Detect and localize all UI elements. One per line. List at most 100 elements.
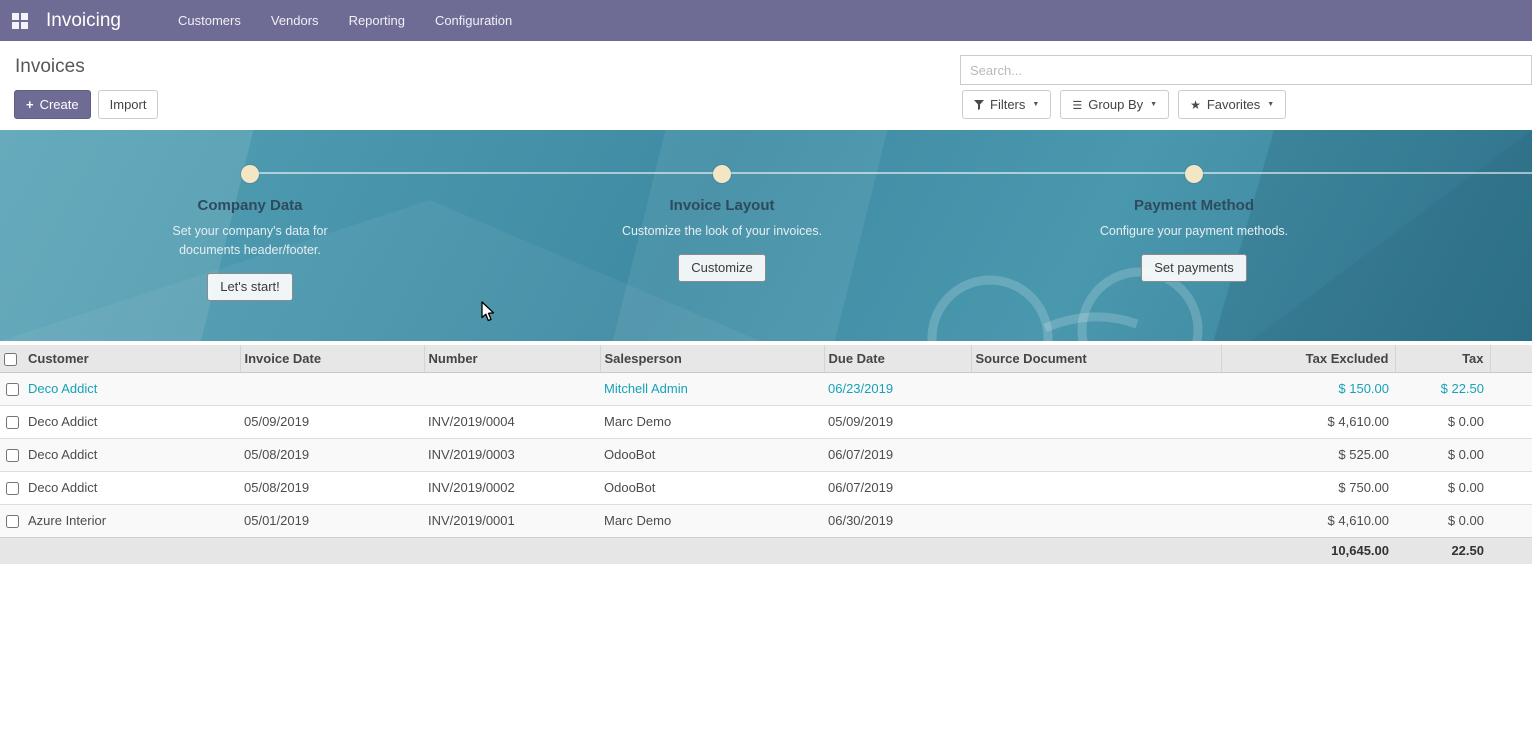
- create-button[interactable]: Create: [14, 90, 91, 119]
- control-panel: Invoices Create Import Filters ▼ Group B…: [0, 41, 1532, 130]
- totals-filler: [1490, 537, 1532, 564]
- group-by-icon: [1072, 97, 1088, 112]
- set-payments-button[interactable]: Set payments: [1141, 254, 1247, 282]
- column-header-filler: [1490, 345, 1532, 372]
- cell-source-document[interactable]: [971, 504, 1221, 537]
- search-options: Filters ▼ Group By ▼ Favorites ▼: [962, 90, 1286, 119]
- cell-due-date[interactable]: 05/09/2019: [824, 405, 971, 438]
- row-checkbox[interactable]: [6, 383, 19, 396]
- cell-tax-excluded[interactable]: $ 150.00: [1221, 372, 1395, 405]
- cell-invoice-date[interactable]: 05/01/2019: [240, 504, 424, 537]
- cell-number[interactable]: INV/2019/0003: [424, 438, 600, 471]
- column-header-salesperson[interactable]: Salesperson: [600, 345, 824, 372]
- cell-due-date[interactable]: 06/07/2019: [824, 471, 971, 504]
- table-row[interactable]: Deco Addict 05/08/2019 INV/2019/0002 Odo…: [0, 471, 1532, 504]
- chevron-down-icon: ▼: [1032, 101, 1039, 108]
- cell-tax-excluded[interactable]: $ 525.00: [1221, 438, 1395, 471]
- customize-button[interactable]: Customize: [678, 254, 765, 282]
- column-header-tax-excluded[interactable]: Tax Excluded: [1221, 345, 1395, 372]
- row-select-cell[interactable]: [0, 504, 24, 537]
- group-by-label: Group By: [1088, 97, 1143, 112]
- page-title: Invoices: [15, 56, 85, 78]
- cell-invoice-date[interactable]: 05/08/2019: [240, 471, 424, 504]
- step-description: Set your company's data for documents he…: [144, 222, 356, 260]
- cell-tax-excluded[interactable]: $ 4,610.00: [1221, 405, 1395, 438]
- cell-tax[interactable]: $ 0.00: [1395, 438, 1490, 471]
- column-header-source-document[interactable]: Source Document: [971, 345, 1221, 372]
- cell-salesperson[interactable]: Marc Demo: [600, 405, 824, 438]
- row-select-cell[interactable]: [0, 438, 24, 471]
- group-by-dropdown-button[interactable]: Group By ▼: [1060, 90, 1169, 119]
- cell-tax-excluded[interactable]: $ 4,610.00: [1221, 504, 1395, 537]
- totals-row: 10,645.00 22.50: [0, 537, 1532, 564]
- cell-due-date[interactable]: 06/23/2019: [824, 372, 971, 405]
- chevron-down-icon: ▼: [1267, 101, 1274, 108]
- cell-source-document[interactable]: [971, 372, 1221, 405]
- nav-item-vendors[interactable]: Vendors: [256, 0, 334, 41]
- select-all-cell[interactable]: [0, 345, 24, 372]
- table-row[interactable]: Deco Addict 05/08/2019 INV/2019/0003 Odo…: [0, 438, 1532, 471]
- cell-filler: [1490, 405, 1532, 438]
- cell-source-document[interactable]: [971, 471, 1221, 504]
- table-header-row: Customer Invoice Date Number Salesperson…: [0, 345, 1532, 372]
- favorites-dropdown-button[interactable]: Favorites ▼: [1178, 90, 1286, 119]
- row-select-cell[interactable]: [0, 471, 24, 504]
- row-checkbox[interactable]: [6, 416, 19, 429]
- cell-tax[interactable]: $ 0.00: [1395, 405, 1490, 438]
- cell-tax[interactable]: $ 0.00: [1395, 471, 1490, 504]
- step-title: Invoice Layout: [669, 197, 774, 214]
- lets-start-button[interactable]: Let's start!: [207, 273, 293, 301]
- import-button[interactable]: Import: [98, 90, 159, 119]
- table-row[interactable]: Deco Addict Mitchell Admin 06/23/2019 $ …: [0, 372, 1532, 405]
- cell-salesperson[interactable]: OdooBot: [600, 471, 824, 504]
- cell-salesperson[interactable]: Mitchell Admin: [600, 372, 824, 405]
- cell-due-date[interactable]: 06/07/2019: [824, 438, 971, 471]
- search-input[interactable]: [960, 55, 1532, 85]
- cell-number[interactable]: INV/2019/0004: [424, 405, 600, 438]
- cell-salesperson[interactable]: OdooBot: [600, 438, 824, 471]
- cell-tax[interactable]: $ 22.50: [1395, 372, 1490, 405]
- cell-due-date[interactable]: 06/30/2019: [824, 504, 971, 537]
- nav-item-reporting[interactable]: Reporting: [334, 0, 420, 41]
- cell-customer[interactable]: Azure Interior: [24, 504, 240, 537]
- nav-item-configuration[interactable]: Configuration: [420, 0, 527, 41]
- row-checkbox[interactable]: [6, 482, 19, 495]
- column-header-customer[interactable]: Customer: [24, 345, 240, 372]
- cell-source-document[interactable]: [971, 405, 1221, 438]
- cell-invoice-date[interactable]: 05/09/2019: [240, 405, 424, 438]
- apps-menu-button[interactable]: [0, 0, 40, 41]
- cell-source-document[interactable]: [971, 438, 1221, 471]
- row-checkbox[interactable]: [6, 449, 19, 462]
- cell-number[interactable]: INV/2019/0001: [424, 504, 600, 537]
- cell-invoice-date[interactable]: 05/08/2019: [240, 438, 424, 471]
- cell-tax[interactable]: $ 0.00: [1395, 504, 1490, 537]
- step-title: Payment Method: [1134, 197, 1254, 214]
- column-header-tax[interactable]: Tax: [1395, 345, 1490, 372]
- row-checkbox[interactable]: [6, 515, 19, 528]
- step-description: Customize the look of your invoices.: [616, 222, 828, 241]
- invoice-table-body: Deco Addict Mitchell Admin 06/23/2019 $ …: [0, 372, 1532, 537]
- cell-number[interactable]: [424, 372, 600, 405]
- table-row[interactable]: Deco Addict 05/09/2019 INV/2019/0004 Mar…: [0, 405, 1532, 438]
- nav-item-customers[interactable]: Customers: [163, 0, 256, 41]
- cell-customer[interactable]: Deco Addict: [24, 438, 240, 471]
- cell-customer[interactable]: Deco Addict: [24, 405, 240, 438]
- cell-customer[interactable]: Deco Addict: [24, 471, 240, 504]
- row-select-cell[interactable]: [0, 372, 24, 405]
- column-header-invoice-date[interactable]: Invoice Date: [240, 345, 424, 372]
- create-button-label: Create: [40, 97, 79, 112]
- column-header-number[interactable]: Number: [424, 345, 600, 372]
- cell-tax-excluded[interactable]: $ 750.00: [1221, 471, 1395, 504]
- cell-number[interactable]: INV/2019/0002: [424, 471, 600, 504]
- cell-invoice-date[interactable]: [240, 372, 424, 405]
- app-title[interactable]: Invoicing: [46, 10, 121, 32]
- cell-customer[interactable]: Deco Addict: [24, 372, 240, 405]
- filters-dropdown-button[interactable]: Filters ▼: [962, 90, 1051, 119]
- row-select-cell[interactable]: [0, 405, 24, 438]
- select-all-checkbox[interactable]: [4, 353, 17, 366]
- cell-salesperson[interactable]: Marc Demo: [600, 504, 824, 537]
- table-row[interactable]: Azure Interior 05/01/2019 INV/2019/0001 …: [0, 504, 1532, 537]
- column-header-due-date[interactable]: Due Date: [824, 345, 971, 372]
- cell-filler: [1490, 504, 1532, 537]
- invoice-list-table: Customer Invoice Date Number Salesperson…: [0, 345, 1532, 564]
